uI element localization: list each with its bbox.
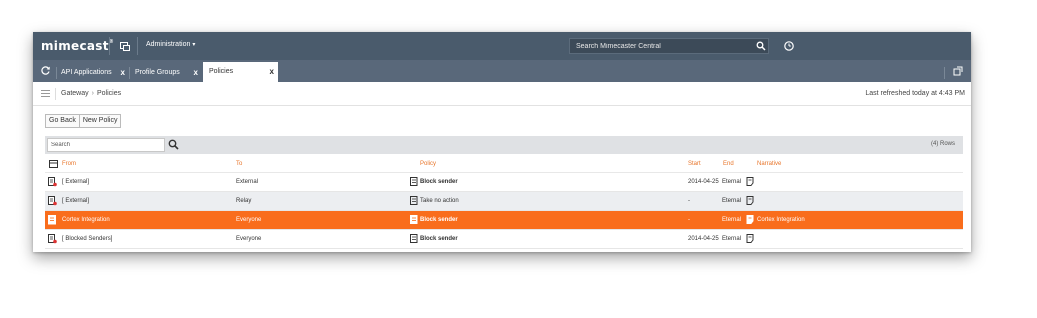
column-chooser-icon[interactable]	[49, 160, 58, 168]
grid-search-input[interactable]	[47, 138, 165, 152]
tab-profile-groups[interactable]: Profile Groups x	[129, 63, 202, 82]
topbar-divider	[137, 37, 138, 55]
cell-policy: Block sender	[420, 236, 458, 242]
breadcrumb-bar: Gateway › Policies Last refreshed today at…	[33, 82, 971, 106]
policy-icon	[410, 177, 418, 186]
cell-from: Cortex Integration	[62, 217, 110, 223]
tab-bar: API Applications x Profile Groups x Poli…	[33, 60, 971, 82]
cell-policy: Block sender	[420, 179, 458, 185]
tab-label: API Applications	[61, 69, 112, 76]
close-icon[interactable]: x	[121, 63, 125, 82]
breadcrumb-separator: ›	[91, 90, 94, 97]
cell-from: [ Blocked Senders]	[62, 236, 113, 242]
cell-start: 2014-04-25	[688, 179, 719, 185]
narrative-icon[interactable]	[746, 177, 754, 186]
search-icon[interactable]	[756, 41, 766, 51]
policy-icon	[410, 234, 418, 243]
table-row[interactable]: [ Blocked Senders] Everyone Block sender…	[45, 230, 963, 249]
table-row-selected[interactable]: Cortex Integration Everyone Block sender…	[45, 211, 963, 230]
global-search	[569, 38, 769, 54]
policy-row-icon	[48, 234, 57, 244]
top-bar: mimecast® Administration ▾	[33, 32, 971, 60]
tab-label: Policies	[209, 68, 234, 75]
cell-end: Eternal	[722, 179, 742, 185]
popout-icon[interactable]	[953, 66, 963, 76]
cell-start: -	[688, 198, 690, 204]
column-header-policy[interactable]: Policy	[420, 161, 436, 167]
chevron-down-icon: ▾	[192, 42, 196, 48]
cell-to: Everyone	[236, 217, 262, 223]
cell-end: Eternal	[722, 198, 742, 204]
logo-text: mimecast	[41, 39, 109, 53]
narrative-icon[interactable]	[746, 215, 754, 224]
column-header-to[interactable]: To	[236, 161, 242, 167]
policy-row-icon	[48, 215, 56, 225]
go-back-button[interactable]: Go Back	[45, 114, 80, 128]
cell-policy: Block sender	[420, 217, 458, 223]
column-header-end[interactable]: End	[723, 161, 734, 167]
history-icon[interactable]	[783, 40, 795, 52]
tab-label: Profile Groups	[135, 69, 180, 76]
policies-table: From To Policy Start End Narrative [ Ext…	[45, 156, 963, 249]
rows-count: (4) Rows	[930, 141, 955, 147]
cell-to: Relay	[236, 198, 252, 204]
cell-end: Eternal	[722, 236, 742, 242]
policy-icon	[410, 196, 418, 205]
last-refreshed-text: Last refreshed today at 4:43 PM	[865, 90, 965, 97]
cell-start: 2014-04-25	[688, 236, 719, 242]
action-buttons: Go Back New Policy	[45, 114, 122, 128]
policy-icon	[410, 215, 418, 224]
mimecast-logo[interactable]: mimecast®	[41, 39, 114, 53]
menu-icon[interactable]	[41, 90, 50, 98]
cell-to: Everyone	[236, 236, 262, 242]
table-row[interactable]: [ External] Relay Take no action - Etern…	[45, 192, 963, 211]
tab-divider	[944, 67, 945, 79]
close-icon[interactable]: x	[194, 63, 198, 82]
policy-row-icon	[48, 196, 57, 206]
cell-end: Eternal	[722, 217, 742, 223]
cell-policy: Take no action	[420, 198, 459, 204]
app-switcher-icon[interactable]	[120, 41, 130, 51]
tab-api-applications[interactable]: API Applications x	[55, 63, 129, 82]
cell-narrative: Cortex Integration	[757, 217, 805, 223]
new-policy-button[interactable]: New Policy	[79, 114, 122, 128]
close-icon[interactable]: x	[270, 62, 274, 81]
cell-from: [ External]	[62, 179, 90, 185]
breadcrumb-policies: Policies	[96, 90, 122, 97]
column-header-from[interactable]: From	[62, 161, 76, 167]
app-window: mimecast® Administration ▾ Search Mimeca…	[33, 32, 971, 252]
administration-menu[interactable]: Administration ▾	[146, 41, 195, 48]
narrative-icon[interactable]	[746, 196, 754, 205]
narrative-icon[interactable]	[746, 234, 754, 243]
tab-policies[interactable]: Policies x	[203, 62, 278, 82]
table-header: From To Policy Start End Narrative	[45, 156, 963, 173]
cell-from: [ External]	[62, 198, 90, 204]
cell-start: -	[688, 217, 690, 223]
column-header-start[interactable]: Start	[688, 161, 701, 167]
refresh-icon[interactable]	[40, 65, 51, 76]
global-search-input[interactable]	[570, 39, 750, 53]
topbar-divider	[109, 37, 110, 55]
search-icon[interactable]	[168, 139, 179, 150]
breadcrumb-divider	[55, 88, 56, 100]
column-header-narrative[interactable]: Narrative	[757, 161, 781, 167]
cell-to: External	[236, 179, 259, 185]
breadcrumb: Gateway › Policies	[61, 90, 121, 97]
breadcrumb-gateway[interactable]: Gateway	[61, 90, 89, 97]
policy-row-icon	[48, 177, 57, 187]
table-row[interactable]: [ External] External Block sender 2014-0…	[45, 173, 963, 192]
administration-menu-label: Administration	[146, 41, 191, 48]
grid-toolbar: (4) Rows	[45, 136, 963, 154]
